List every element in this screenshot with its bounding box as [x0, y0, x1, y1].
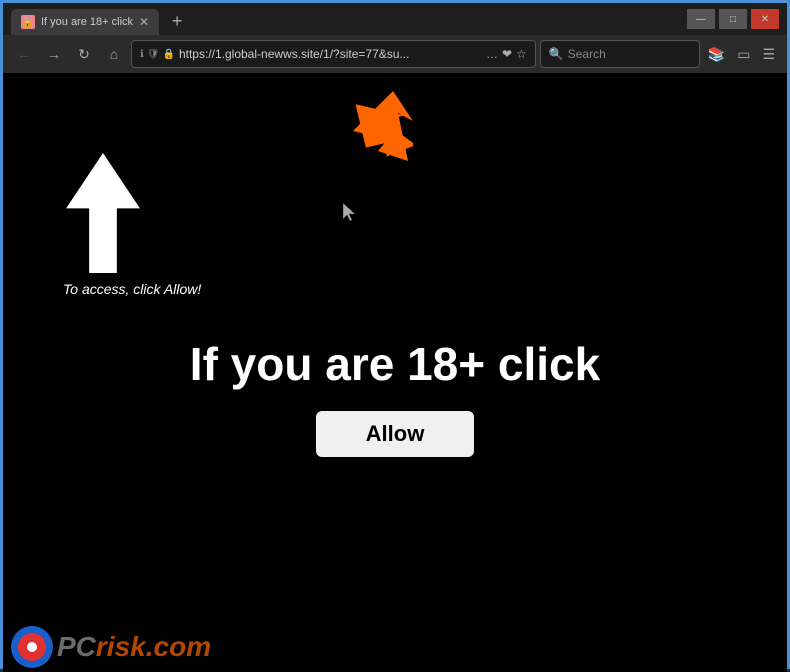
search-bar[interactable]: 🔍 Search: [540, 40, 700, 68]
minimize-button[interactable]: —: [687, 9, 715, 29]
toolbar-end: 📚 ▭ ☰: [704, 44, 779, 65]
close-button[interactable]: ✕: [751, 9, 779, 29]
page-content: To access, click Allow! If you are 18+ c…: [3, 73, 787, 672]
tab-title: If you are 18+ click: [41, 16, 133, 28]
navbar: ← → ↻ ⌂ ℹ 🛡 🔒 https://1.global-newws.sit…: [3, 35, 787, 73]
bookmark-icon[interactable]: ☆: [516, 47, 527, 61]
window-controls: — □ ✕: [687, 9, 779, 29]
url-text: https://1.global-newws.site/1/?site=77&s…: [179, 47, 482, 61]
active-tab[interactable]: 🔒 If you are 18+ click ✕: [11, 9, 159, 35]
refresh-button[interactable]: ↻: [71, 41, 97, 67]
address-security-icons: ℹ 🛡 🔒: [140, 49, 175, 60]
pcrisk-pc: PC: [57, 631, 96, 662]
new-tab-button[interactable]: +: [163, 7, 191, 35]
orange-arrow-indicator: [343, 91, 413, 176]
search-icon: 🔍: [549, 47, 564, 61]
pcrisk-domain: .com: [146, 631, 211, 662]
back-button[interactable]: ←: [11, 41, 37, 67]
more-options-button[interactable]: …: [486, 47, 498, 61]
white-up-arrow-icon: [63, 153, 143, 273]
address-bar[interactable]: ℹ 🛡 🔒 https://1.global-newws.site/1/?sit…: [131, 40, 536, 68]
sidebar-icon[interactable]: ▭: [733, 44, 754, 65]
pcrisk-logo-inner: [18, 633, 46, 661]
pcrisk-logo: [11, 626, 53, 668]
access-text: To access, click Allow!: [63, 281, 201, 297]
forward-button[interactable]: →: [41, 41, 67, 67]
search-placeholder: Search: [568, 47, 606, 61]
white-arrow-section: To access, click Allow!: [3, 153, 201, 297]
pcrisk-text: PCrisk.com: [57, 631, 211, 663]
tab-favicon: 🔒: [21, 15, 35, 29]
pocket-icon[interactable]: ❤: [502, 47, 512, 61]
shield-icon: 🛡: [147, 49, 160, 60]
info-icon: ℹ: [140, 49, 144, 60]
pcrisk-logo-dot: [27, 642, 37, 652]
home-button[interactable]: ⌂: [101, 41, 127, 67]
mouse-cursor: [343, 203, 357, 224]
pcrisk-risk: risk: [96, 631, 146, 662]
pcrisk-watermark: PCrisk.com: [3, 622, 219, 672]
headline: If you are 18+ click: [190, 337, 600, 391]
address-actions: … ❤ ☆: [486, 47, 527, 61]
allow-button[interactable]: Allow: [316, 411, 475, 457]
tab-area: 🔒 If you are 18+ click ✕ +: [11, 3, 683, 35]
tab-close-button[interactable]: ✕: [139, 15, 149, 29]
library-icon[interactable]: 📚: [704, 44, 729, 65]
menu-button[interactable]: ☰: [758, 44, 779, 65]
lock-icon: 🔒: [163, 49, 175, 60]
maximize-button[interactable]: □: [719, 9, 747, 29]
titlebar: 🔒 If you are 18+ click ✕ + — □ ✕: [3, 3, 787, 35]
